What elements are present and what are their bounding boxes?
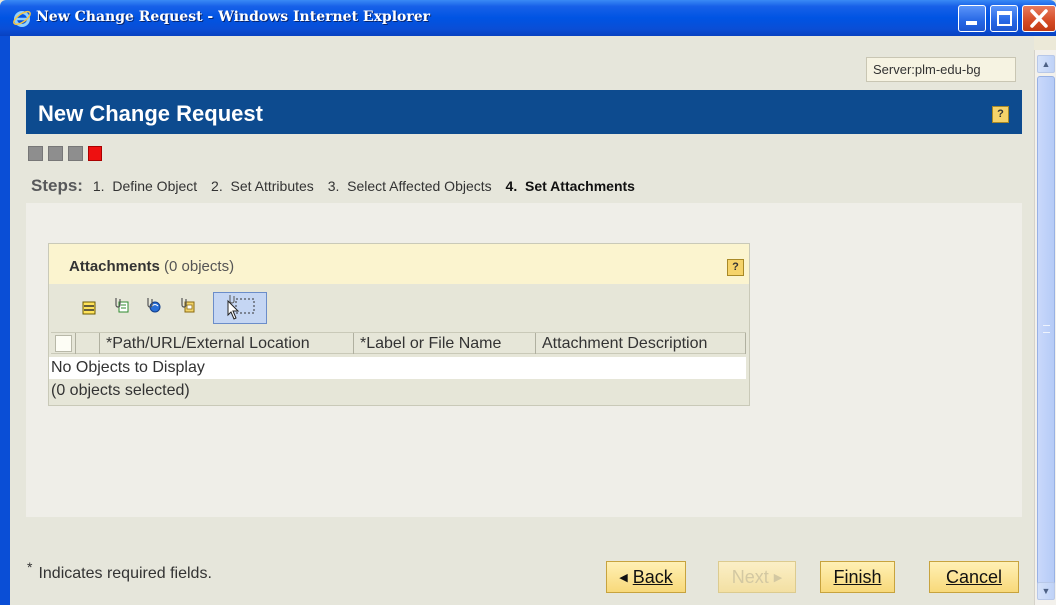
- progress-square-3: [68, 146, 83, 161]
- finish-label: Finish: [833, 567, 882, 587]
- page-help-button[interactable]: ?: [992, 106, 1009, 123]
- progress-square-4-current: [88, 146, 102, 161]
- window-title: New Change Request - Windows Internet Ex…: [36, 9, 431, 25]
- steps-label: Steps:: [31, 176, 83, 195]
- attachments-table-header: *Path/URL/External Location *Label or Fi…: [51, 332, 746, 354]
- column-path[interactable]: *Path/URL/External Location: [99, 333, 353, 354]
- required-note-text: Indicates required fields.: [38, 565, 212, 582]
- server-badge: Server:plm-edu-bg: [866, 57, 1016, 82]
- attachments-help-button[interactable]: ?: [727, 259, 744, 276]
- column-status: [75, 333, 99, 354]
- minimize-icon: [966, 21, 977, 25]
- page-title: New Change Request: [38, 101, 263, 126]
- scroll-down-icon[interactable]: ▼: [1037, 582, 1055, 600]
- close-window-button[interactable]: [1022, 5, 1056, 32]
- back-button[interactable]: ◀ Back: [606, 561, 686, 593]
- required-star: *: [27, 559, 33, 575]
- step-3: 3. Select Affected Objects: [328, 178, 492, 194]
- drag-drop-button[interactable]: [213, 292, 267, 324]
- steps-breadcrumb: Steps: 1. Define Object 2. Set Attribute…: [31, 176, 645, 196]
- step-4-current: 4. Set Attachments: [506, 178, 635, 194]
- step-3-number: 3.: [327, 178, 340, 194]
- scroll-up-icon[interactable]: ▲: [1037, 55, 1055, 73]
- cancel-label: Cancel: [945, 567, 1003, 587]
- next-button[interactable]: Next ▶: [718, 561, 796, 593]
- add-url-icon[interactable]: [145, 297, 161, 313]
- step-1-label: Define Object: [112, 178, 198, 194]
- add-external-icon[interactable]: [179, 297, 195, 313]
- progress-square-1: [28, 146, 43, 161]
- select-all-icon[interactable]: [81, 300, 97, 316]
- step-2: 2. Set Attributes: [211, 178, 314, 194]
- step-4-number: 4.: [505, 178, 518, 194]
- next-label: Next: [731, 567, 769, 587]
- window-frame-left: [0, 36, 10, 605]
- maximize-button[interactable]: [990, 5, 1018, 32]
- step-2-label: Set Attributes: [230, 178, 314, 194]
- finish-button[interactable]: Finish: [820, 561, 895, 593]
- step-3-label: Select Affected Objects: [347, 178, 492, 194]
- back-arrow-icon: ◀: [619, 572, 628, 584]
- maximize-icon: [997, 11, 1012, 26]
- vertical-scrollbar[interactable]: ▲ ▼: [1034, 50, 1056, 605]
- step-2-number: 2.: [211, 178, 223, 194]
- attachments-header: Attachments (0 objects) ?: [49, 244, 749, 284]
- minimize-button[interactable]: [958, 5, 986, 32]
- attachments-title: Attachments (0 objects): [69, 258, 234, 275]
- step-4-label: Set Attachments: [525, 178, 635, 194]
- column-description[interactable]: Attachment Description: [535, 333, 746, 354]
- column-label[interactable]: *Label or File Name: [353, 333, 535, 354]
- scroll-grip: [1043, 325, 1050, 333]
- cancel-button[interactable]: Cancel: [929, 561, 1019, 593]
- attachments-title-text: Attachments: [69, 258, 160, 275]
- attachments-count: (0 objects): [164, 258, 235, 275]
- step-1-number: 1.: [92, 178, 105, 194]
- selected-count: (0 objects selected): [51, 382, 190, 399]
- back-label: Back: [632, 567, 673, 587]
- drag-drop-icon: [227, 295, 255, 320]
- window-titlebar: New Change Request - Windows Internet Ex…: [0, 0, 1056, 36]
- attachments-panel: Attachments (0 objects) ? *Path/URL/Exte…: [48, 243, 750, 406]
- add-file-icon[interactable]: [113, 297, 129, 313]
- step-1: 1. Define Object: [93, 178, 197, 194]
- scroll-thumb[interactable]: [1037, 76, 1055, 596]
- internet-explorer-icon: [13, 10, 31, 27]
- progress-square-2: [48, 146, 63, 161]
- empty-table-message: No Objects to Display: [49, 357, 746, 379]
- required-fields-note: * Indicates required fields.: [27, 559, 212, 583]
- select-all-checkbox[interactable]: [55, 335, 72, 352]
- close-icon: [1030, 9, 1048, 28]
- next-arrow-icon: ▶: [773, 572, 783, 584]
- page-header: New Change Request ?: [26, 90, 1022, 134]
